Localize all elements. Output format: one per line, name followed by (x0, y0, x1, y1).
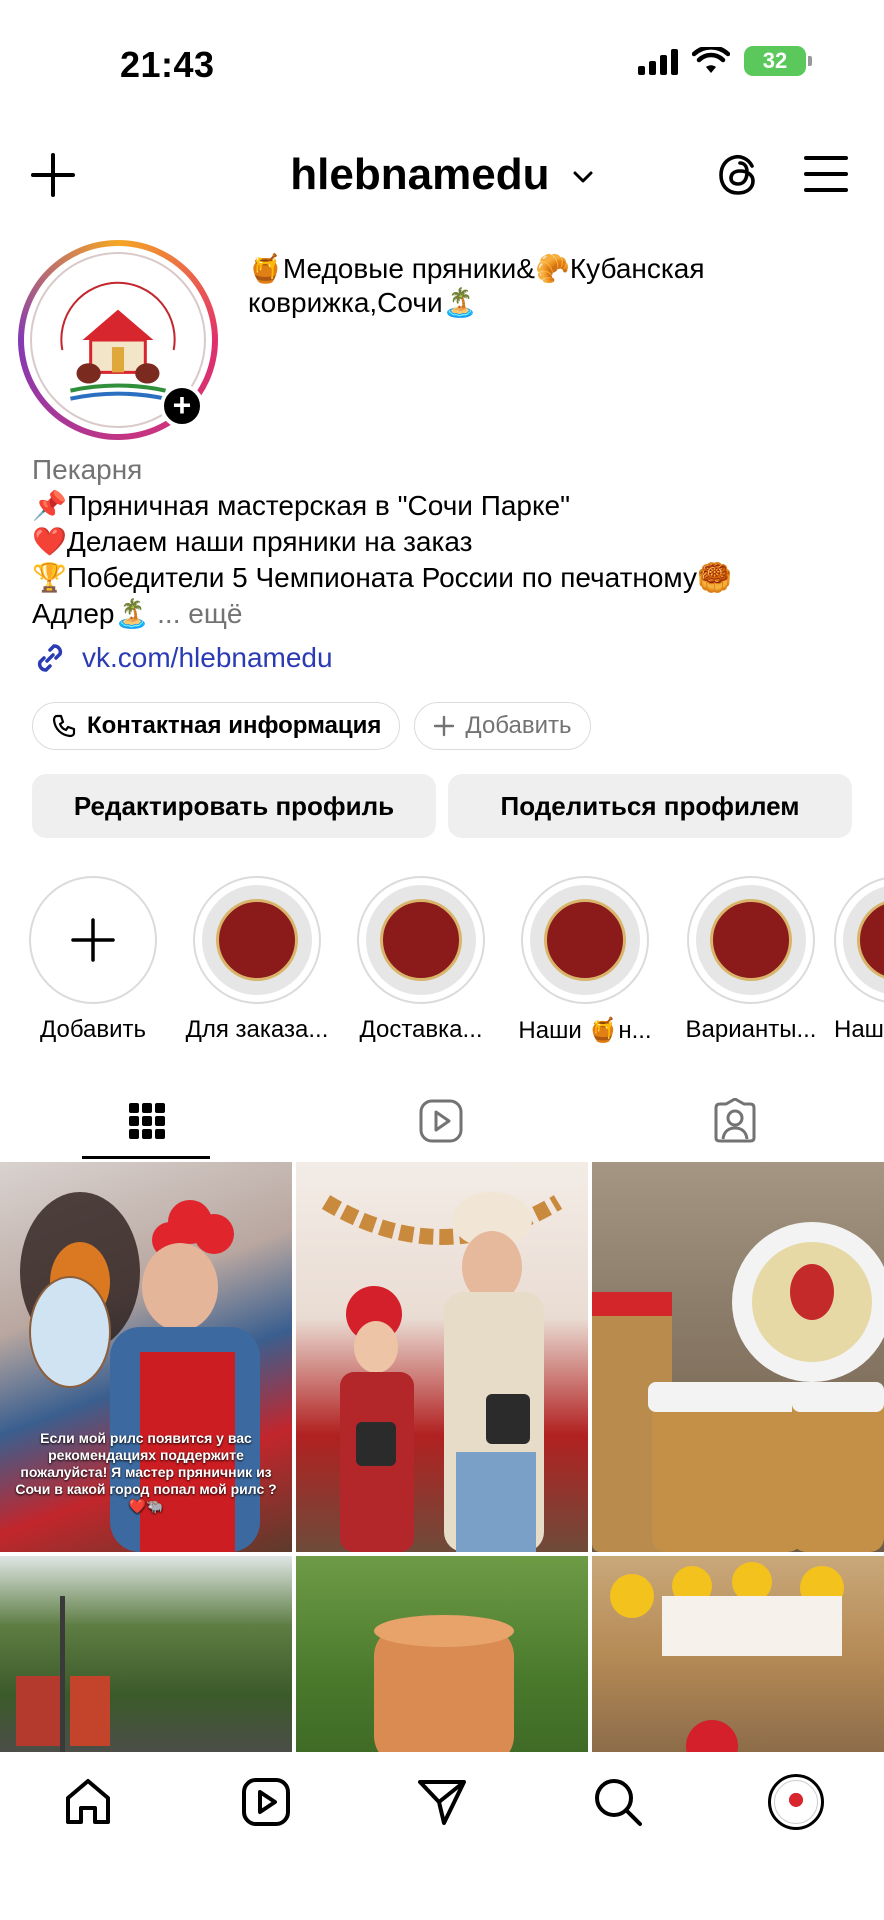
highlight-item[interactable]: Варианты... (668, 876, 834, 1044)
avatar (774, 1780, 818, 1824)
reels-icon[interactable] (240, 1776, 292, 1828)
profile-display-name: 🍯Медовые пряники&🥐Кубанская коврижка,Соч… (248, 253, 705, 318)
status-icons: 32 (638, 46, 812, 76)
bio-line: ❤️Делаем наши пряники на заказ (32, 526, 473, 557)
profile-tab-avatar[interactable] (768, 1774, 824, 1830)
highlight-item[interactable]: Наш (834, 876, 884, 1044)
phone-icon (52, 714, 76, 738)
threads-icon[interactable] (716, 152, 762, 198)
tab-reels[interactable] (294, 1080, 588, 1162)
profile-username: hlebnamedu (290, 150, 550, 199)
highlight-label: Наш (834, 1016, 884, 1043)
edit-profile-button[interactable]: Редактировать профиль (32, 774, 436, 838)
highlight-logo (544, 899, 626, 981)
post-thumbnail[interactable] (592, 1162, 884, 1552)
post-image (16, 1596, 110, 1756)
story-highlights: Добавить Для заказа... Доставка... Наши … (0, 876, 884, 1046)
highlight-label: Добавить (39, 1016, 147, 1043)
profile-top-nav: hlebnamedu (0, 140, 884, 210)
post-thumbnail[interactable] (296, 1556, 588, 1756)
chevron-down-icon (573, 171, 593, 183)
highlight-item[interactable]: Доставка... (338, 876, 504, 1044)
tab-tagged[interactable] (588, 1080, 882, 1162)
highlight-label: Наши 🍯н... (518, 1017, 652, 1044)
active-tab-indicator (82, 1156, 210, 1159)
post-image (592, 1222, 884, 1552)
highlight-logo (857, 899, 884, 981)
posts-grid: Если мой рилс появится у вас рекомендаци… (0, 1162, 884, 1756)
plus-icon (434, 715, 455, 737)
highlight-item[interactable]: Наши 🍯н... (502, 876, 668, 1045)
add-chip-button[interactable]: Добавить (414, 702, 591, 750)
add-story-button[interactable]: + (160, 384, 204, 428)
post-thumbnail[interactable] (592, 1556, 884, 1756)
hamburger-menu-icon[interactable] (804, 154, 848, 194)
home-icon[interactable] (62, 1776, 114, 1828)
highlight-label: Варианты... (685, 1016, 817, 1043)
contact-info-label: Контактная информация (87, 712, 382, 739)
share-profile-button[interactable]: Поделиться профилем (448, 774, 852, 838)
cellular-signal-icon (638, 47, 678, 75)
reels-icon (419, 1099, 463, 1143)
tab-posts-grid[interactable] (0, 1080, 294, 1162)
status-bar: 21:43 32 (0, 0, 884, 130)
search-icon[interactable] (592, 1776, 644, 1828)
highlight-logo (710, 899, 792, 981)
bio-line: 🏆Победители 5 Чемпионата России по печат… (32, 562, 732, 593)
profile-link[interactable]: vk.com/hlebnamedu (32, 640, 333, 676)
tagged-person-icon (714, 1098, 756, 1143)
plus-icon (71, 918, 115, 962)
grid-icon (129, 1103, 165, 1139)
bio-more-link[interactable]: ... ещё (157, 598, 242, 629)
highlight-logo (380, 899, 462, 981)
highlight-label: Для заказа... (185, 1016, 329, 1043)
direct-messages-icon[interactable] (416, 1776, 468, 1828)
link-icon (37, 644, 63, 672)
reel-caption: Если мой рилс появится у вас рекомендаци… (15, 1430, 277, 1514)
highlight-add[interactable]: Добавить (10, 876, 176, 1044)
bio-line: 📌Пряничная мастерская в "Сочи Парке" (32, 490, 571, 521)
post-image (374, 1615, 514, 1756)
bottom-tab-bar (0, 1752, 884, 1920)
bio-line: Адлер🏝️ (32, 598, 150, 629)
post-image (321, 1192, 563, 1552)
profile-link-text: vk.com/hlebnamedu (82, 642, 333, 673)
post-image (610, 1562, 844, 1756)
profile-content-tabs (0, 1080, 884, 1162)
contact-info-button[interactable]: Контактная информация (32, 702, 401, 750)
highlight-label: Доставка... (359, 1016, 483, 1043)
highlight-logo (216, 899, 298, 981)
profile-bio: Пекарня 📌Пряничная мастерская в "Сочи Па… (32, 452, 862, 632)
add-chip-label: Добавить (465, 712, 572, 739)
profile-actions: Редактировать профиль Поделиться профиле… (32, 774, 852, 838)
post-thumbnail[interactable] (0, 1556, 292, 1756)
post-thumbnail[interactable] (296, 1162, 588, 1552)
profile-chips: Контактная информация Добавить (32, 702, 591, 750)
status-time: 21:43 (120, 44, 215, 85)
battery-indicator: 32 (744, 46, 812, 76)
profile-category: Пекарня (32, 454, 143, 485)
post-thumbnail[interactable]: Если мой рилс появится у вас рекомендаци… (0, 1162, 292, 1552)
highlight-item[interactable]: Для заказа... (174, 876, 340, 1044)
wifi-icon (692, 47, 730, 73)
